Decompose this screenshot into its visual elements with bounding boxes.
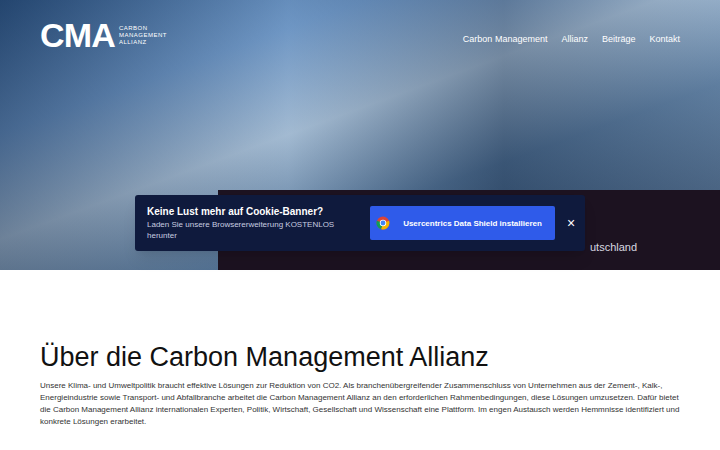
page: CMACARBONMANAGEMENTALLIANZ Carbon Managem… (0, 0, 720, 450)
close-button[interactable]: × (565, 216, 577, 230)
hero: CMACARBONMANAGEMENTALLIANZ Carbon Managem… (0, 0, 720, 270)
banner-title: Keine Lust mehr auf Cookie-Banner? (147, 205, 360, 219)
nav-item[interactable]: Carbon Management (463, 33, 548, 47)
install-button[interactable]: Usercentrics Data Shield installieren (370, 206, 555, 240)
about-section: Über die Carbon Management Allianz Unsere… (0, 270, 720, 428)
nav-item[interactable]: Allianz (561, 33, 588, 47)
banner-text: Laden Sie unsere Browsererweiterung KOST… (147, 219, 360, 241)
site-header: CMACARBONMANAGEMENTALLIANZ Carbon Managem… (0, 0, 720, 52)
about-heading: Über die Carbon Management Allianz (40, 340, 680, 374)
nav-item[interactable]: Kontakt (649, 33, 680, 47)
main-nav: Carbon Management Allianz Beiträge Kontakt (463, 18, 680, 47)
chrome-icon (376, 216, 390, 230)
logo[interactable]: CMACARBONMANAGEMENTALLIANZ (40, 18, 167, 52)
cookie-banner: Keine Lust mehr auf Cookie-Banner?Laden … (135, 195, 585, 251)
about-paragraph: Unsere Klima- und Umweltpolitik braucht … (40, 380, 680, 428)
nav-item[interactable]: Beiträge (602, 33, 636, 47)
